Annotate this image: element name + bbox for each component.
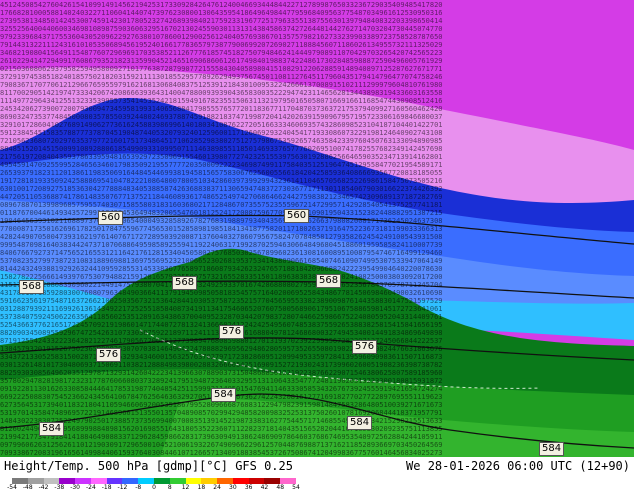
texture-row: 7908367170770612129667659559791621681306… [0, 81, 443, 89]
forecast-datetime: We 28-01-2026 06:00 UTC (12+90) [406, 459, 630, 473]
texture-row: 0312887939211169926136143492217252551858… [0, 305, 443, 313]
contour-label: 560 [284, 209, 310, 223]
texture-row: 1151786211208083909602214491475793807041… [0, 281, 443, 289]
contour-label: 584 [347, 416, 373, 430]
texture-row: 9995487098164038344247371070688649598589… [0, 241, 443, 249]
texture-row: 5916623561975487163726621002503567321536… [0, 297, 443, 305]
weather-map: 4512450854276042615410991491456219425317… [0, 0, 634, 457]
texture-row: 0118767004461493435729911345345364948320… [0, 209, 443, 217]
texture-row: 8825930308564962035129787132931426042223… [0, 369, 443, 377]
texture-row: 7093386720831961656149984406159376403084… [0, 449, 443, 457]
texture-row: 8406766792737147565216553121164217612815… [0, 249, 443, 257]
texture-row: 3255256400440600346981089875903606329516… [0, 25, 443, 33]
texture-row: 1582782225666149397675307948821591281657… [0, 273, 443, 281]
texture-row: 1484302238307252249790250173885737356994… [0, 417, 443, 425]
map-title: Height/Temp. 500 hPa [gdmp][°C] GFS 0.25 [4, 459, 293, 473]
contour-label: 560 [98, 211, 124, 225]
map-fields: 4512450854276042615410991491456219425317… [0, 0, 634, 457]
contour-label: 568 [316, 274, 342, 288]
texture-row: 4282449070500473931621976140767172728950… [0, 233, 443, 241]
texture-row: 1766828100058814024032271106041440747397… [0, 9, 443, 17]
contour-label: 584 [211, 388, 237, 402]
texture-row: 4512450854276042615410991491456219425317… [0, 1, 443, 9]
texture-row: 6301001720892751853630427788848340538858… [0, 185, 443, 193]
texture-row: 8126024496656279568999884898156201698551… [0, 425, 443, 433]
contour-label: 576 [96, 348, 122, 362]
contour-label: 576 [219, 325, 245, 339]
texture-row: 1917281819335092425888695410478222108648… [0, 177, 443, 185]
texture-row: 8848515201451500991089288061854990933109… [0, 145, 443, 153]
texture-row: 0215036080629379582594958009271017763872… [0, 65, 443, 73]
texture-row: 1114977296434125513233539955735414535242… [0, 97, 443, 105]
contour-label: 568 [19, 280, 45, 294]
texture-row: 6273564531739401183218041105946606920053… [0, 401, 443, 409]
texture-row: 2453420627390072007930094734595819931406… [0, 105, 443, 113]
texture-row: 4954591470925599528465634601798350921955… [0, 161, 443, 169]
contour-label: 584 [539, 442, 565, 456]
contour-label: 576 [352, 340, 378, 354]
texture-row: 1904645639310211688973702338106540004932… [0, 217, 443, 225]
texture-row: 9792339684371755360430520962292763801078… [0, 33, 443, 41]
texture-row: 3468219080415649115487760729696917035385… [0, 49, 443, 57]
texture-row: 8117002905142197473334206742086663936431… [0, 89, 443, 97]
texture-row: 7700087173501626961782501784755967745653… [0, 225, 443, 233]
texture-row: 0301326148101730480693715069110382128884… [0, 361, 443, 369]
texture-row: 3578029478281981723231778760660803732892… [0, 377, 443, 385]
contour-label: 584 [39, 422, 65, 436]
texture-row: 2199421773479184141884649088337129628459… [0, 433, 443, 441]
contour-label: 568 [172, 276, 198, 290]
texture-row: 2653937918231120138611983506916448454469… [0, 169, 443, 177]
texture-row: 3343721330525831500287107804632934346001… [0, 353, 443, 361]
texture-row: 2739538134850142453007459142301780523274… [0, 17, 443, 25]
temperature-legend: -54 -48 -42 -38 -30 -24 -18 -12 -8 0 8 12 18 24 30 36 42… [7, 478, 300, 491]
texture-row: 0896788701399896857595574030715855803183… [0, 201, 443, 209]
texture-row: 5373840759245062263564118560253512891634… [0, 313, 443, 321]
texture-row: 3291017286041027689149062773616245883986… [0, 121, 443, 129]
texture-row: 4317801871859280300760807963484903664113… [0, 289, 443, 297]
texture-row: 0979960626312562611012190309172965001045… [0, 441, 443, 449]
texture-row: 2175619720840435937863395948165392972350… [0, 153, 443, 161]
texture-row: 5912384545158357887773787045190487440532… [0, 129, 443, 137]
texture-row: 4472051105368874178614835076771375211844… [0, 193, 443, 201]
texture-row: 3729197453851824018575021820315921111301… [0, 73, 443, 81]
texture-row: 5319701435847489695722191468966151355013… [0, 409, 443, 417]
map-footer: Height/Temp. 500 hPa [gdmp][°C] GFS 0.25… [0, 457, 634, 491]
texture-row: 8690324735377484500080357855039244802469… [0, 113, 443, 121]
texture-row: 2610229414729499176086793521823135990452… [0, 57, 443, 65]
texture-row: 8144243249388192926324410959285531453383… [0, 265, 443, 273]
texture-row: 5370823527997387231083188969881369755695… [0, 257, 443, 265]
texture-row: 7914431322111243161010535068945619524016… [0, 41, 443, 49]
texture-row: 7210562368072029763537977216017517348645… [0, 137, 443, 145]
